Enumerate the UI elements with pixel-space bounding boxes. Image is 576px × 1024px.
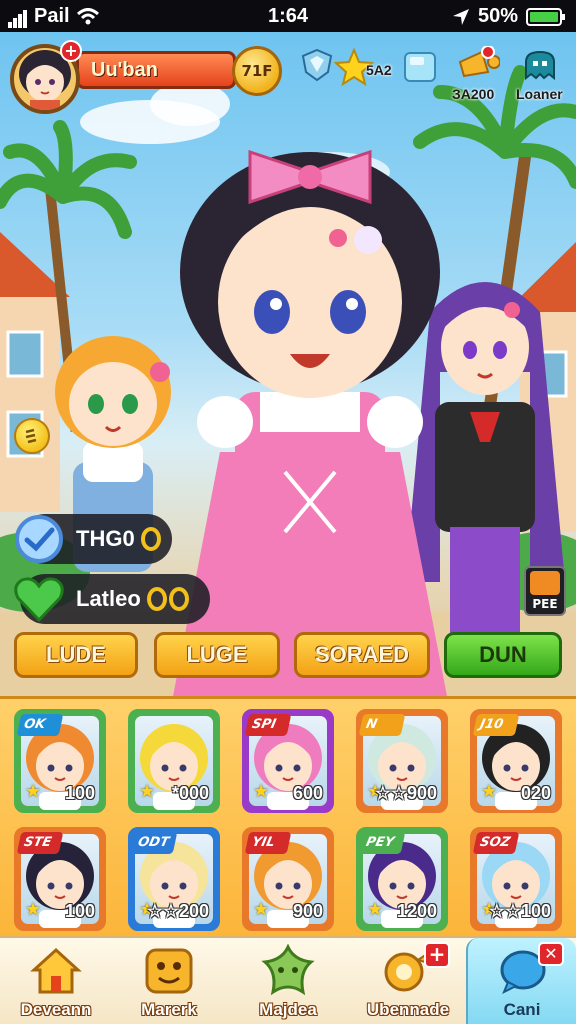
action-button-dun[interactable]: DUN [444,632,562,678]
status-bar: Pail 1:64 50% [0,0,576,32]
star-icon: ★ [25,781,42,802]
pee-button[interactable]: PEE [524,566,566,616]
character-card[interactable]: ★ *000 [128,709,220,813]
action-button-luge[interactable]: LUGE [154,632,280,678]
card-value: 020 [520,783,551,803]
nav-label-market: Marerk [141,1000,197,1019]
card-value: *000 [171,783,209,803]
bottom-navigation: Deveann Marerk Majdea + Ubennade ✕ Cani [0,936,576,1024]
nav-item-majdea[interactable]: Majdea [226,938,350,1024]
card-rank-tag: PEY [359,832,406,854]
coin-ring-icon [168,587,189,611]
card-rank-tag: SPI [245,714,292,736]
star-icon [261,944,315,996]
edit-box-icon [530,571,560,595]
card-rank-tag: N [359,714,406,736]
star-count: 5A2 [366,62,392,78]
face-block-icon [145,948,193,994]
home-icon [30,947,82,994]
profile-plus-badge[interactable]: + [60,40,82,62]
star-icon: ★ [139,781,156,802]
character-card[interactable]: ODT ★ ☆☆200 [128,827,220,931]
check-circle-icon[interactable] [12,512,66,566]
loaner-label: Loaner [516,86,563,102]
close-badge[interactable]: ✕ [538,942,564,966]
card-value: 100 [64,783,95,803]
card-rank-tag: SOZ [473,832,520,854]
card-value: 1200 [396,901,437,921]
battery-icon [526,7,565,26]
star-icon: ★ [481,781,498,802]
card-rank-tag: ODT [131,832,178,854]
card-value: ☆☆200 [146,901,209,921]
card-value: 100 [64,901,95,921]
mission-pill-1-label: THG0 [76,526,135,551]
side-coin-button[interactable] [14,418,50,454]
heart-icon[interactable] [12,574,66,624]
battery-percent: 50% [477,5,518,27]
nav-item-home[interactable]: Deveann [0,938,112,1024]
character-roster: OK ★ 100 ★ *000 SPI ★ 600 N ★ ☆☆900 J10 ★ 020 STE ★ 100 O… [0,696,576,936]
nav-label-chat: Cani [503,1000,541,1019]
coin-icon [25,428,37,444]
card-value: 900 [292,901,323,921]
card-value: ☆☆900 [374,783,437,803]
character-card[interactable]: OK ★ 100 [14,709,106,813]
star-icon: ★ [367,899,384,920]
gift-horn-icon[interactable] [454,46,500,86]
nav-label-ubennade: Ubennade [366,1000,450,1019]
character-scene: Uu'ban + 71F 5A2 ЗA200 Loaner THG0 Latle… [0,32,576,696]
action-button-soraed[interactable]: SORAED [294,632,430,678]
mission-pill-2-label: Latleo [76,586,141,611]
card-rank-tag: STE [17,832,64,854]
location-arrow-icon [452,8,469,25]
pee-label: PEE [532,597,558,611]
gem-shield-icon[interactable] [300,48,334,82]
character-card[interactable]: SPI ★ 600 [242,709,334,813]
card-rank-tag: YIL [245,832,292,854]
character-card[interactable]: J10 ★ 020 [470,709,562,813]
nav-item-chat[interactable]: ✕ Cani [466,938,576,1024]
level-badge[interactable]: 71F [232,46,282,96]
star-icon: ★ [25,899,42,920]
nav-item-market[interactable]: Marerk [112,938,226,1024]
character-card[interactable]: YIL ★ 900 [242,827,334,931]
nav-plus-badge[interactable]: + [424,942,450,968]
game-screen: Pail 1:64 50% Uu'ban + 71F 5A2 ЗA200 Loa… [0,0,576,1024]
star-icon: ★ [253,781,270,802]
player-name: Uu'ban [91,59,158,81]
character-card[interactable]: SOZ ★ ☆☆100 [470,827,562,931]
coin-ring-icon [140,527,161,551]
action-button-lude[interactable]: LUDE [14,632,138,678]
nav-item-ubennade[interactable]: + Ubennade [350,938,466,1024]
star-icon: ★ [253,899,270,920]
card-rank-tag: J10 [473,714,520,736]
nav-label-majdea: Majdea [259,1000,317,1019]
card-rank-tag: OK [17,714,64,736]
gift-label: ЗA200 [452,86,495,102]
coin-ring-icon [146,587,167,611]
battery-group: 50% [452,5,566,28]
nav-label-home: Deveann [20,1000,92,1019]
card-value: ☆☆100 [488,901,551,921]
ghost-invader-icon[interactable] [522,48,558,84]
player-name-bar[interactable]: Uu'ban [76,51,236,89]
character-card[interactable]: N ★ ☆☆900 [356,709,448,813]
character-card[interactable]: STE ★ 100 [14,827,106,931]
character-card[interactable]: PEY ★ 1200 [356,827,448,931]
card-value: 600 [292,783,323,803]
block-currency-icon[interactable] [402,50,438,84]
